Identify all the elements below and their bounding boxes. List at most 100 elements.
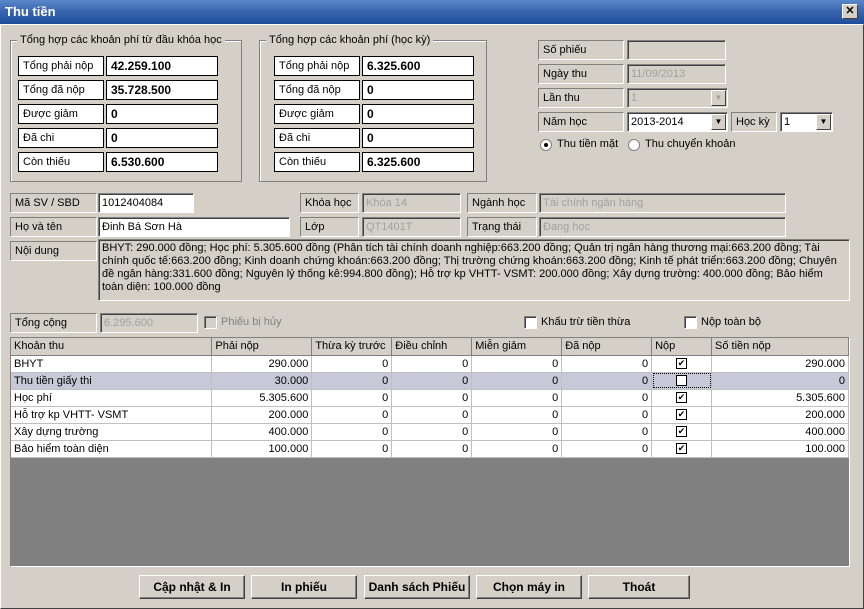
cell-thua[interactable]: 0 xyxy=(311,389,393,407)
nop-checkbox[interactable]: ✔ xyxy=(676,426,688,438)
cell-thua[interactable]: 0 xyxy=(311,406,393,424)
close-button[interactable]: ✕ xyxy=(842,4,858,19)
cell-name[interactable]: Xây dựng trường xyxy=(11,423,213,441)
chevron-down-icon[interactable]: ▼ xyxy=(816,114,831,130)
col-thua[interactable]: Thừa kỳ trước xyxy=(311,338,393,356)
nop-checkbox-cell[interactable]: ✔ xyxy=(651,389,713,407)
choose-printer-button[interactable]: Chọn máy in xyxy=(476,575,582,599)
cell-name[interactable]: Hỗ trợ kp VHTT- VSMT xyxy=(11,406,213,424)
content-text[interactable]: BHYT: 290.000 đồng; Học phí: 5.305.600 đ… xyxy=(98,239,850,301)
cell-phai-nop[interactable]: 290.000 xyxy=(211,355,313,373)
nop-checkbox-cell[interactable]: ✔ xyxy=(651,440,713,458)
cell-so-tien[interactable]: 5.305.600 xyxy=(711,389,849,407)
lan-thu-value: 1 xyxy=(631,92,638,104)
nop-checkbox-cell[interactable]: ✔ xyxy=(651,406,713,424)
chevron-down-icon[interactable]: ▼ xyxy=(711,90,726,106)
so-phieu-field[interactable] xyxy=(627,40,726,60)
table-row[interactable]: Xây dựng trường 400.000 0 0 0 0 ✔ 400.000 xyxy=(11,423,849,441)
pay-transfer-radio[interactable] xyxy=(628,139,640,151)
table-row[interactable]: Bảo hiểm toàn diện 100.000 0 0 0 0 ✔ 100.000 xyxy=(11,440,849,458)
cell-mien-giam[interactable]: 0 xyxy=(471,406,563,424)
col-khoan-thu[interactable]: Khoản thu xyxy=(11,338,213,356)
nop-checkbox[interactable] xyxy=(676,375,688,387)
cell-name[interactable]: Bảo hiểm toàn diện xyxy=(11,440,213,458)
phieu-huy-checkbox[interactable] xyxy=(204,316,217,329)
update-print-button[interactable]: Cập nhật & In xyxy=(139,575,245,599)
cell-so-tien[interactable]: 290.000 xyxy=(711,355,849,373)
course-summary-value-4: 6.530.600 xyxy=(106,152,218,172)
cell-name[interactable]: Học phí xyxy=(11,389,213,407)
cell-so-tien[interactable]: 400.000 xyxy=(711,423,849,441)
nop-checkbox[interactable]: ✔ xyxy=(676,443,688,455)
cell-thua[interactable]: 0 xyxy=(311,372,393,390)
lan-thu-select[interactable]: 1 ▼ xyxy=(627,88,728,108)
name-field[interactable]: Đinh Bá Sơn Hà xyxy=(98,217,290,237)
course-summary-value-3: 0 xyxy=(106,128,218,148)
trang-thai-field[interactable]: Đang học xyxy=(539,217,786,237)
cell-thua[interactable]: 0 xyxy=(311,355,393,373)
nop-checkbox[interactable]: ✔ xyxy=(676,358,688,370)
table-row[interactable]: BHYT 290.000 0 0 0 0 ✔ 290.000 xyxy=(11,355,849,373)
khoa-field[interactable]: Khóa 14 xyxy=(362,193,461,213)
cell-dieu-chinh[interactable]: 0 xyxy=(391,423,473,441)
cell-mien-giam[interactable]: 0 xyxy=(471,372,563,390)
cell-mien-giam[interactable]: 0 xyxy=(471,423,563,441)
table-row[interactable]: Thu tiền giấy thi 30.000 0 0 0 0 0 xyxy=(11,372,849,390)
term-summary-label-0: Tổng phải nộp xyxy=(274,56,360,76)
cell-da-nop[interactable]: 0 xyxy=(561,372,653,390)
exit-button[interactable]: Thoát xyxy=(588,575,690,599)
col-nop[interactable]: Nộp xyxy=(651,338,713,356)
course-summary-value-1: 35.728.500 xyxy=(106,80,218,100)
cell-dieu-chinh[interactable]: 0 xyxy=(391,355,473,373)
cell-dieu-chinh[interactable]: 0 xyxy=(391,389,473,407)
msv-field[interactable]: 1012404084 xyxy=(98,193,194,213)
cell-so-tien[interactable]: 100.000 xyxy=(711,440,849,458)
cell-mien-giam[interactable]: 0 xyxy=(471,440,563,458)
cell-thua[interactable]: 0 xyxy=(311,423,393,441)
cell-da-nop[interactable]: 0 xyxy=(561,440,653,458)
col-da-nop[interactable]: Đã nộp xyxy=(561,338,653,356)
cell-da-nop[interactable]: 0 xyxy=(561,406,653,424)
cell-name[interactable]: Thu tiền giấy thi xyxy=(11,372,213,390)
nop-checkbox-cell[interactable]: ✔ xyxy=(651,423,713,441)
cell-dieu-chinh[interactable]: 0 xyxy=(391,406,473,424)
cell-da-nop[interactable]: 0 xyxy=(561,355,653,373)
cell-da-nop[interactable]: 0 xyxy=(561,423,653,441)
cell-name[interactable]: BHYT xyxy=(11,355,213,373)
table-row[interactable]: Học phí 5.305.600 0 0 0 0 ✔ 5.305.600 xyxy=(11,389,849,407)
ngay-thu-field[interactable]: 11/09/2013 xyxy=(627,64,726,84)
col-dieu-chinh[interactable]: Điều chỉnh xyxy=(391,338,473,356)
cell-mien-giam[interactable]: 0 xyxy=(471,389,563,407)
cell-so-tien[interactable]: 0 xyxy=(711,372,849,390)
hoc-ky-select[interactable]: 1 ▼ xyxy=(780,112,833,132)
nop-checkbox-cell[interactable] xyxy=(651,372,713,390)
cell-mien-giam[interactable]: 0 xyxy=(471,355,563,373)
lop-field[interactable]: QT1401T xyxy=(362,217,461,237)
col-so-tien[interactable]: Số tiền nộp xyxy=(711,338,849,356)
cell-so-tien[interactable]: 200.000 xyxy=(711,406,849,424)
cell-phai-nop[interactable]: 200.000 xyxy=(211,406,313,424)
cell-phai-nop[interactable]: 5.305.600 xyxy=(211,389,313,407)
nop-toan-bo-checkbox[interactable] xyxy=(684,316,697,329)
col-mien-giam[interactable]: Miễn giảm xyxy=(471,338,563,356)
pay-cash-radio[interactable] xyxy=(540,139,552,151)
receipt-list-button[interactable]: Danh sách Phiếu xyxy=(364,575,470,599)
cell-da-nop[interactable]: 0 xyxy=(561,389,653,407)
nop-checkbox[interactable]: ✔ xyxy=(676,409,688,421)
cell-phai-nop[interactable]: 30.000 xyxy=(211,372,313,390)
print-button[interactable]: In phiếu xyxy=(251,575,357,599)
khau-tru-checkbox[interactable] xyxy=(524,316,537,329)
cell-phai-nop[interactable]: 400.000 xyxy=(211,423,313,441)
cell-dieu-chinh[interactable]: 0 xyxy=(391,372,473,390)
table-row[interactable]: Hỗ trợ kp VHTT- VSMT 200.000 0 0 0 0 ✔ 200.000 xyxy=(11,406,849,424)
col-phai-nop[interactable]: Phải nộp xyxy=(211,338,313,356)
nam-hoc-select[interactable]: 2013-2014 ▼ xyxy=(627,112,728,132)
chevron-down-icon[interactable]: ▼ xyxy=(711,114,726,130)
cell-phai-nop[interactable]: 100.000 xyxy=(211,440,313,458)
nop-checkbox-cell[interactable]: ✔ xyxy=(651,355,713,373)
cell-thua[interactable]: 0 xyxy=(311,440,393,458)
cell-dieu-chinh[interactable]: 0 xyxy=(391,440,473,458)
nganh-field[interactable]: Tài chính ngân hàng xyxy=(539,193,786,213)
nop-checkbox[interactable]: ✔ xyxy=(676,392,688,404)
tong-cong-field[interactable]: 6.295.600 xyxy=(100,313,198,333)
